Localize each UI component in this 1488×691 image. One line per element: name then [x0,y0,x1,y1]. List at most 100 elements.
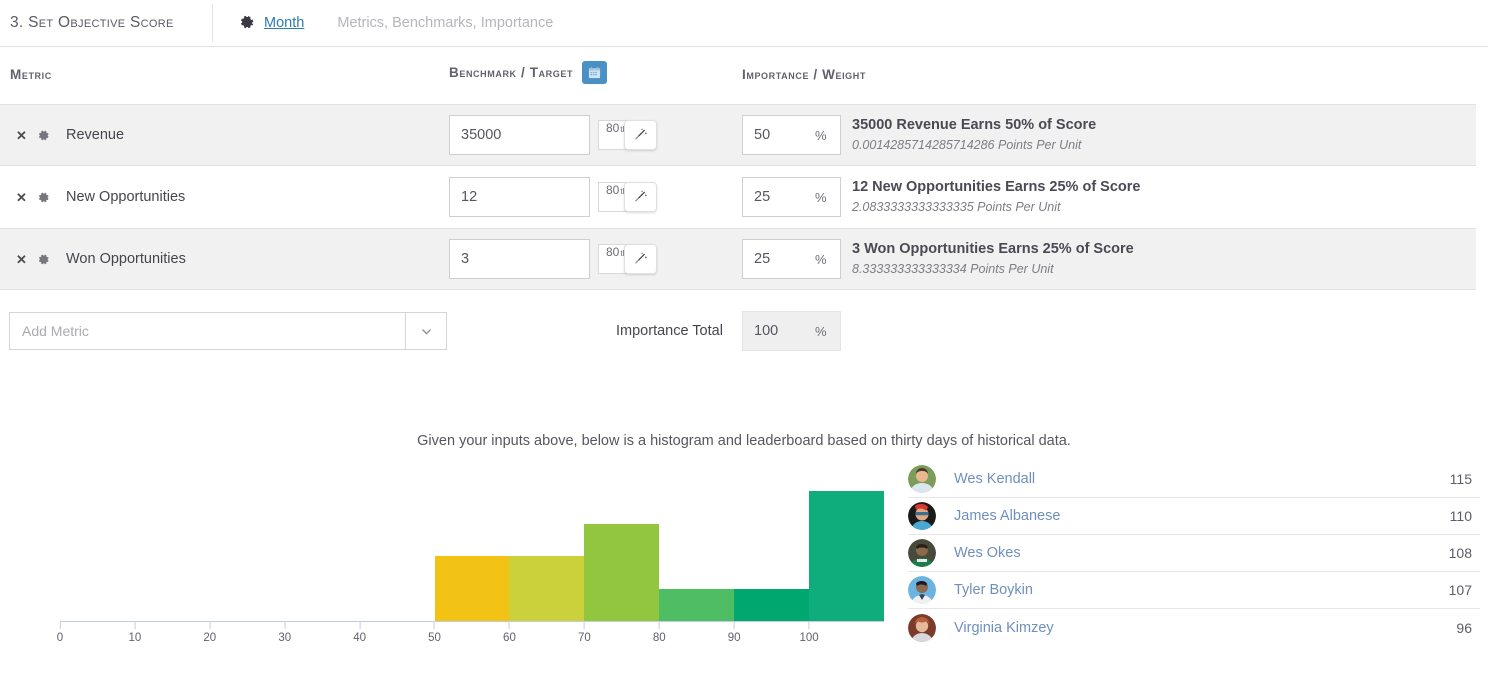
axis-tick: 70 [578,622,591,644]
leaderboard-name[interactable]: Wes Kendall [954,471,1450,487]
points-per-unit: 0.0014285714285714286 Points Per Unit [852,138,1096,152]
benchmark-input[interactable] [449,115,590,155]
axis-tick-label: 10 [129,632,142,644]
importance-cell: % [742,177,827,217]
add-metric-placeholder: Add Metric [10,313,405,349]
leaderboard-name[interactable]: Virginia Kimzey [954,620,1456,636]
avatar [908,614,936,642]
table-row: ✕ Won Opportunities 80th % 3 Won Opportu… [0,228,1476,290]
column-header-metric: Metric [10,67,52,82]
histogram-bar [584,524,659,622]
close-icon[interactable]: ✕ [16,129,27,142]
importance-cell: % [742,239,827,279]
score-description: 3 Won Opportunities Earns 25% of Score 8… [852,242,1134,277]
metric-name: Won Opportunities [66,251,186,267]
leaderboard-name[interactable]: Tyler Boykin [954,582,1449,598]
leaderboard-score: 108 [1449,545,1480,561]
magic-wand-icon[interactable] [624,182,657,212]
leaderboard-score: 115 [1450,471,1480,487]
axis-tick: 30 [278,622,291,644]
header-subtitle: Metrics, Benchmarks, Importance [337,15,553,31]
histogram-bin [435,556,510,621]
leaderboard: Wes Kendall 115 James Albanese 110 Wes O… [908,461,1480,646]
importance-input[interactable] [742,115,841,155]
axis-tick-mark [809,622,810,629]
axis-tick-label: 20 [203,632,216,644]
importance-input[interactable] [742,239,841,279]
histogram-bin [509,556,584,621]
histogram-plot [60,474,884,622]
avatar [908,502,936,530]
axis-tick-mark [734,622,735,629]
gear-icon[interactable] [37,191,50,204]
leaderboard-score: 96 [1456,620,1480,636]
metric-name: Revenue [66,127,124,143]
axis-tick-mark [659,622,660,629]
axis-tick: 0 [57,622,63,644]
row-actions: ✕ [16,253,50,266]
histogram-bin [809,491,884,621]
column-header-importance: Importance / Weight [742,67,866,82]
avatar [908,465,936,493]
importance-total-input [742,311,841,351]
leaderboard-name[interactable]: Wes Okes [954,545,1449,561]
score-description: 35000 Revenue Earns 50% of Score 0.00142… [852,118,1096,153]
axis-tick: 20 [203,622,216,644]
axis-tick-label: 100 [799,632,818,644]
calendar-icon[interactable] [582,61,607,84]
benchmark-cell: 80th [449,115,657,155]
list-item[interactable]: Wes Kendall 115 [908,461,1480,498]
score-description-title: 12 New Opportunities Earns 25% of Score [852,180,1140,196]
list-item[interactable]: Wes Okes 108 [908,535,1480,572]
axis-tick: 100 [799,622,818,644]
axis-tick-label: 80 [653,632,666,644]
benchmark-input[interactable] [449,239,590,279]
axis-tick-mark [60,622,61,629]
close-icon[interactable]: ✕ [16,253,27,266]
axis-tick-label: 60 [503,632,516,644]
table-row: ✕ New Opportunities 80th % 12 New Opport… [0,166,1476,228]
column-header-benchmark: Benchmark / Target [449,61,607,84]
histogram-caption: Given your inputs above, below is a hist… [0,433,1488,449]
importance-cell: % [742,115,827,155]
leaderboard-score: 107 [1449,582,1480,598]
chevron-down-icon[interactable] [405,313,446,349]
percentile-value: 80 [606,245,619,259]
metrics-table: ✕ Revenue 80th % 35000 Revenue Earns 50%… [0,104,1488,290]
histogram-bar [509,556,584,621]
row-actions: ✕ [16,129,50,142]
gear-icon[interactable] [37,253,50,266]
list-item[interactable]: James Albanese 110 [908,498,1480,535]
axis-tick: 80 [653,622,666,644]
add-metric-select[interactable]: Add Metric [9,312,447,350]
axis-tick: 90 [728,622,741,644]
benchmark-input[interactable] [449,177,590,217]
leaderboard-score: 110 [1450,508,1480,524]
axis-tick-mark [509,622,510,629]
axis-tick: 40 [353,622,366,644]
period-month-link[interactable]: Month [264,15,304,31]
points-per-unit: 8.333333333333334 Points Per Unit [852,262,1134,276]
axis-tick-label: 30 [278,632,291,644]
magic-wand-icon[interactable] [624,244,657,274]
avatar [908,576,936,604]
importance-total-field: % [742,311,827,351]
magic-wand-icon[interactable] [624,120,657,150]
axis-tick-label: 90 [728,632,741,644]
score-histogram: 0 10 20 30 40 50 60 70 80 90 100 [60,474,884,664]
leaderboard-name[interactable]: James Albanese [954,508,1450,524]
close-icon[interactable]: ✕ [16,191,27,204]
axis-tick-mark [134,622,135,629]
list-item[interactable]: Virginia Kimzey 96 [908,609,1480,646]
gear-icon [239,15,255,31]
axis-tick-mark [284,622,285,629]
gear-icon[interactable] [37,129,50,142]
axis-tick-label: 40 [353,632,366,644]
list-item[interactable]: Tyler Boykin 107 [908,572,1480,609]
period-selector[interactable]: Month Metrics, Benchmarks, Importance [213,15,553,31]
importance-input[interactable] [742,177,841,217]
score-description-title: 35000 Revenue Earns 50% of Score [852,118,1096,134]
score-description-title: 3 Won Opportunities Earns 25% of Score [852,242,1134,258]
histogram-bin [734,589,809,622]
axis-tick: 50 [428,622,441,644]
